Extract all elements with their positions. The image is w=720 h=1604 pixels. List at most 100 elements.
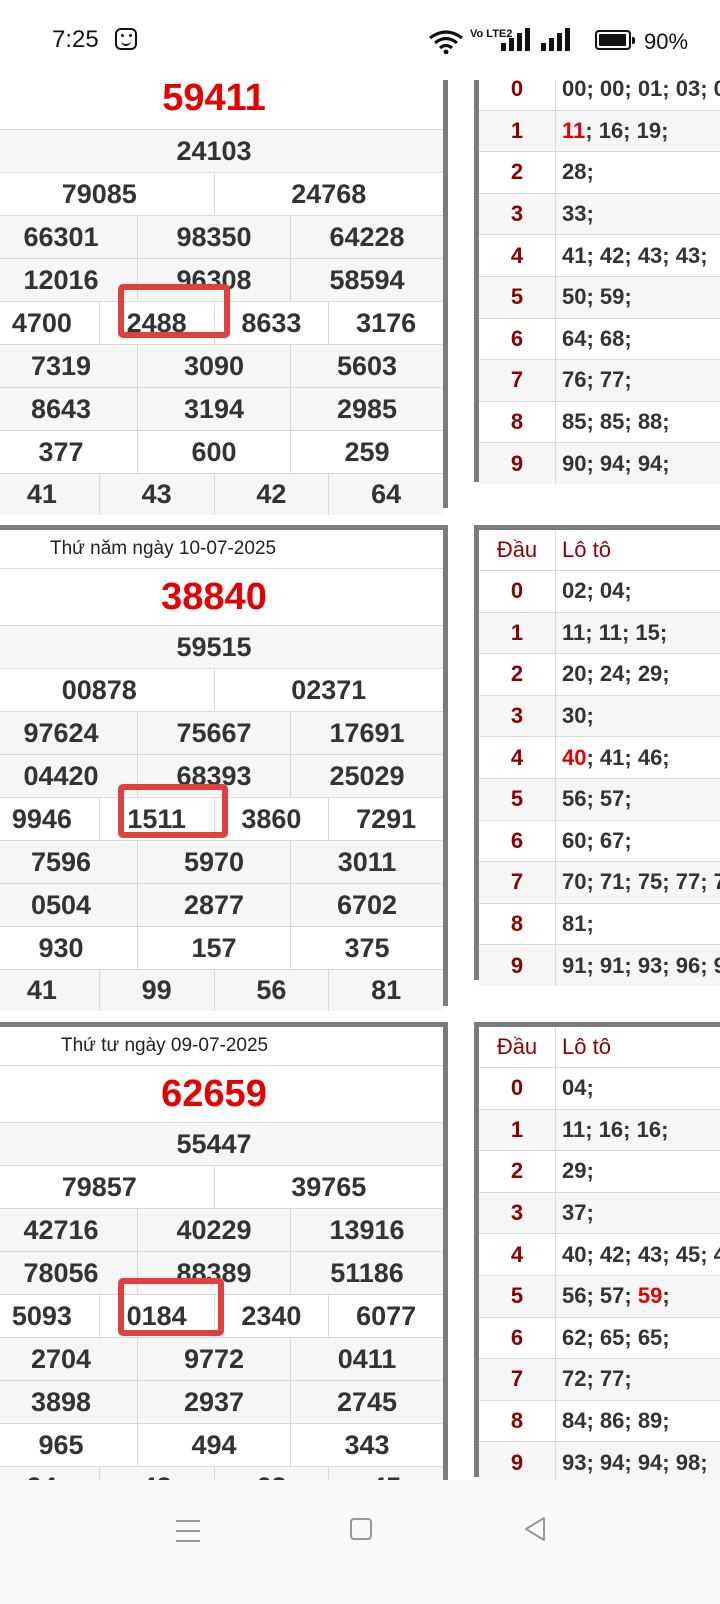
prize-row: 8643 3194 2985 — [0, 387, 443, 430]
fifth-prize: 8643 — [30, 393, 92, 424]
loto-head: 9 — [479, 945, 556, 986]
loto-row: 2 20; 24; 29; — [479, 653, 720, 695]
loto-values: 84; 86; 89; — [562, 1408, 670, 1434]
loto-values: 50; 59; — [562, 284, 632, 310]
loto-head: 8 — [479, 1400, 556, 1442]
dau-header: Đầu — [479, 530, 556, 570]
loto-values: 11; 16; 19; — [562, 117, 669, 143]
loto-head: 5 — [479, 1275, 556, 1317]
third-prize: 12016 — [23, 264, 99, 295]
loto-row: 7 72; 77; — [479, 1358, 720, 1400]
prize-row: 41 99 56 81 — [0, 969, 443, 1011]
fifth-prize: 5970 — [137, 841, 290, 883]
special-prize: 62659 — [161, 1072, 267, 1115]
loto-head: 0 — [479, 1068, 556, 1109]
loto-table: 0 00; 00; 01; 03; 0 1 11; 16; 19; 2 28; 3 33… — [474, 64, 720, 484]
seventh-prize: 64 — [328, 474, 443, 515]
sixth-prize: 377 — [38, 436, 84, 467]
results-table: Thứ năm ngày 10-07-2025 38840 59515 0087… — [0, 525, 448, 1011]
third-prize: 04420 — [23, 760, 99, 791]
prize-row: 0504 2877 6702 — [0, 883, 443, 926]
loto-values: 33; — [562, 201, 594, 227]
prize-row: 79857 39765 — [0, 1165, 443, 1208]
loto-head: 9 — [479, 1442, 556, 1483]
prize-row: 42716 40229 13916 — [0, 1208, 443, 1251]
first-prize: 59515 — [176, 631, 252, 662]
loto-values: 02; 04; — [562, 578, 632, 604]
loto-row: 6 64; 68; — [479, 317, 720, 360]
prize-row: 7596 5970 3011 — [0, 840, 443, 883]
third-prize: 78056 — [23, 1257, 99, 1288]
loto-head: 8 — [479, 401, 556, 443]
loto-head: 2 — [479, 1151, 556, 1192]
loto-row: 6 60; 67; — [479, 819, 720, 862]
prize-row: 66301 98350 64228 — [0, 215, 443, 258]
fourth-prize: 5093 — [11, 1300, 72, 1331]
fifth-prize: 2877 — [137, 884, 290, 926]
fifth-prize: 9772 — [137, 1338, 290, 1380]
fifth-prize: 7319 — [30, 350, 92, 381]
wifi-icon — [429, 30, 463, 54]
loto-head: 3 — [479, 695, 556, 737]
date-row: Thứ tư ngày 09-07-2025 — [0, 1027, 443, 1065]
sixth-prize: 494 — [137, 1424, 290, 1466]
loto-row: 0 02; 04; — [479, 570, 720, 612]
special-prize-row: 38840 — [0, 568, 443, 625]
prize-row: 24103 — [0, 129, 443, 172]
highlight-box — [118, 284, 230, 338]
loto-head: 4 — [479, 737, 556, 778]
sixth-prize: 375 — [290, 927, 443, 969]
results-table: Thứ tư ngày 09-07-2025 62659 55447 79857… — [0, 1022, 448, 1508]
third-prize: 66301 — [23, 221, 99, 252]
third-prize: 64228 — [290, 216, 443, 258]
third-prize: 25029 — [290, 755, 443, 797]
highlight-box — [118, 784, 228, 838]
loto-row: 1 11; 16; 16; — [479, 1108, 720, 1151]
battery-icon — [595, 30, 635, 50]
menu-icon[interactable] — [176, 1520, 200, 1542]
loto-header-label: Lô tô — [562, 1034, 611, 1059]
loto-row: 8 84; 86; 89; — [479, 1399, 720, 1442]
fourth-prize: 7291 — [328, 798, 443, 840]
second-prize: 02371 — [213, 669, 444, 711]
fourth-prize: 2340 — [213, 1295, 329, 1337]
special-prize: 38840 — [161, 575, 267, 618]
fifth-prize: 6702 — [290, 884, 443, 926]
second-prize: 39765 — [213, 1166, 444, 1208]
prize-row: 965 494 343 — [0, 1423, 443, 1466]
back-icon[interactable] — [523, 1516, 547, 1542]
fourth-prize: 3860 — [213, 798, 329, 840]
seventh-prize: 43 — [98, 474, 214, 515]
loto-row: 9 91; 91; 93; 96; 9 — [479, 944, 720, 986]
loto-row: 1 11; 16; 19; — [479, 109, 720, 152]
loto-values: 93; 94; 94; 98; — [562, 1449, 708, 1475]
fifth-prize: 3090 — [137, 345, 290, 387]
sixth-prize: 343 — [290, 1424, 443, 1466]
first-prize: 24103 — [176, 135, 252, 166]
second-prize: 79085 — [61, 178, 137, 209]
loto-row: 7 76; 77; — [479, 359, 720, 401]
loto-head: 7 — [479, 862, 556, 903]
loto-values: 41; 42; 43; 43; — [562, 242, 708, 268]
loto-values: 81; — [562, 911, 594, 937]
third-prize: 42716 — [23, 1214, 99, 1245]
fifth-prize: 2937 — [137, 1381, 290, 1423]
loto-values: 90; 94; 94; — [562, 450, 670, 476]
loto-values: 76; 77; — [562, 367, 632, 393]
loto-values: 70; 71; 75; 77; 7 — [562, 869, 720, 895]
loto-row: 9 93; 94; 94; 98; — [479, 1441, 720, 1483]
loto-row: 4 40; 42; 43; 45; 4 — [479, 1233, 720, 1275]
prize-row: 79085 24768 — [0, 172, 443, 215]
loto-head: 3 — [479, 193, 556, 235]
loto-head: 6 — [479, 820, 556, 862]
home-icon[interactable] — [350, 1518, 372, 1540]
third-prize: 51186 — [290, 1252, 443, 1294]
fifth-prize: 5603 — [290, 345, 443, 387]
seventh-prize: 41 — [26, 479, 57, 509]
loto-values: 37; — [562, 1200, 594, 1226]
fifth-prize: 0504 — [30, 889, 92, 920]
loto-head: 5 — [479, 778, 556, 820]
loto-values: 60; 67; — [562, 827, 632, 853]
loto-row: 4 40; 41; 46; — [479, 736, 720, 778]
signal-icon — [541, 28, 570, 51]
